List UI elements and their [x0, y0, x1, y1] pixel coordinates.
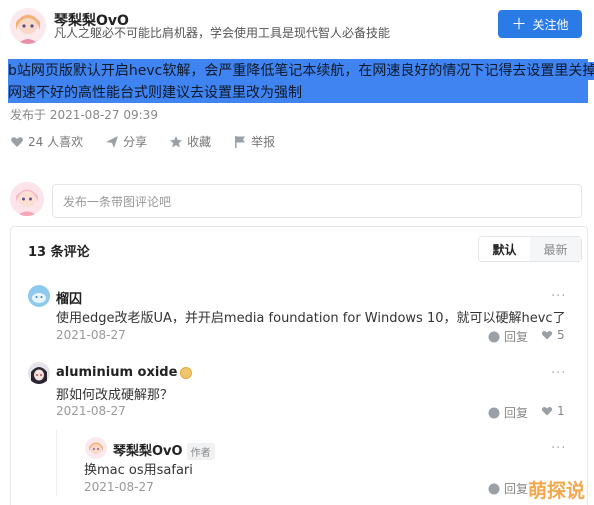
collect-label: 收藏: [187, 135, 212, 149]
comment-like-button[interactable]: 1: [541, 404, 565, 418]
follow-label: 关注他: [532, 17, 569, 32]
comment-date: 2021-08-27: [56, 328, 126, 342]
comment-date: 2021-08-27: [84, 480, 154, 494]
heart-icon: [11, 136, 23, 147]
report-label: 举报: [251, 135, 276, 149]
comment-author[interactable]: aluminium oxide: [56, 365, 193, 380]
comment-author-name: 琴梨梨OvO: [113, 444, 183, 459]
comment-date: 2021-08-27: [56, 404, 126, 418]
flag-icon: [235, 135, 246, 148]
comment-like-count: 1: [557, 404, 565, 418]
follow-button[interactable]: ＋ 关注他: [498, 10, 582, 38]
action-row: 24 人喜欢 分享 收藏 举报: [10, 133, 297, 150]
comment-author[interactable]: 榴囚: [56, 288, 82, 307]
reply-button[interactable]: 回复: [488, 480, 528, 497]
comment-placeholder: 发布一条带图评论吧: [63, 194, 172, 209]
plus-icon: ＋: [511, 14, 527, 33]
reply-button[interactable]: 回复: [488, 404, 528, 421]
reply-thread-line: [56, 430, 57, 496]
comment-input[interactable]: 发布一条带图评论吧: [52, 184, 582, 218]
comment-text: 换mac os用safari: [84, 463, 193, 478]
report-button[interactable]: 举报: [233, 133, 275, 150]
like-button[interactable]: 24 人喜欢: [10, 133, 83, 150]
reply-label: 回复: [504, 482, 529, 496]
like-count: 24 人喜欢: [28, 135, 84, 149]
more-icon[interactable]: ···: [551, 366, 566, 381]
collect-button[interactable]: 收藏: [169, 133, 211, 150]
comment-like-count: 5: [557, 328, 565, 342]
answer-body: b站网页版默认开启hevc软解，会严重降低笔记本续航，在网速良好的情况下记得去设…: [8, 59, 594, 103]
heart-icon: [541, 330, 553, 340]
comment-author[interactable]: 琴梨梨OvO 作者: [113, 440, 215, 460]
share-button[interactable]: 分享: [105, 133, 147, 150]
post-date: 发布于 2021-08-27 09:39: [10, 108, 158, 122]
reply-button[interactable]: 回复: [488, 328, 528, 345]
heart-icon: [541, 406, 553, 416]
sort-toggle: 默认 最新: [478, 236, 582, 262]
sort-latest[interactable]: 最新: [530, 237, 581, 261]
comment-text: 使用edge改老版UA，并开启media foundation for Wind…: [56, 311, 566, 326]
star-icon: [170, 135, 183, 147]
share-label: 分享: [123, 135, 148, 149]
share-icon: [106, 135, 119, 148]
author-avatar[interactable]: [10, 8, 46, 44]
comment-like-button[interactable]: 5: [541, 328, 565, 342]
commenter-avatar[interactable]: [85, 437, 107, 459]
commenter-avatar[interactable]: [28, 362, 50, 384]
answer-line-1: b站网页版默认开启hevc软解，会严重降低笔记本续航，在网速良好的情况下记得去设…: [8, 62, 594, 80]
author-tag: 作者: [186, 443, 215, 460]
comment-bubble-icon: [488, 483, 500, 494]
comment-count: 13 条评论: [28, 245, 90, 260]
my-avatar: [10, 182, 44, 216]
sort-default[interactable]: 默认: [479, 237, 530, 261]
reply-label: 回复: [504, 406, 529, 420]
commenter-avatar[interactable]: [28, 285, 50, 307]
level-badge-icon: [180, 366, 193, 379]
comment-author-name: aluminium oxide: [56, 365, 178, 380]
comment-bubble-icon: [488, 407, 500, 418]
answer-line-2: 网速不好的高性能台式则建议去设置里改为强制: [8, 84, 302, 102]
more-icon[interactable]: ···: [551, 441, 566, 456]
more-icon[interactable]: ···: [551, 289, 566, 304]
comment-text: 那如何改成硬解那？: [56, 388, 174, 403]
comment-bubble-icon: [488, 331, 500, 342]
reply-label: 回复: [504, 330, 529, 344]
author-bio: 凡人之躯必不可能比肩机器，学会使用工具是现代智人必备技能: [54, 26, 391, 40]
site-watermark: 萌探说: [528, 480, 586, 502]
